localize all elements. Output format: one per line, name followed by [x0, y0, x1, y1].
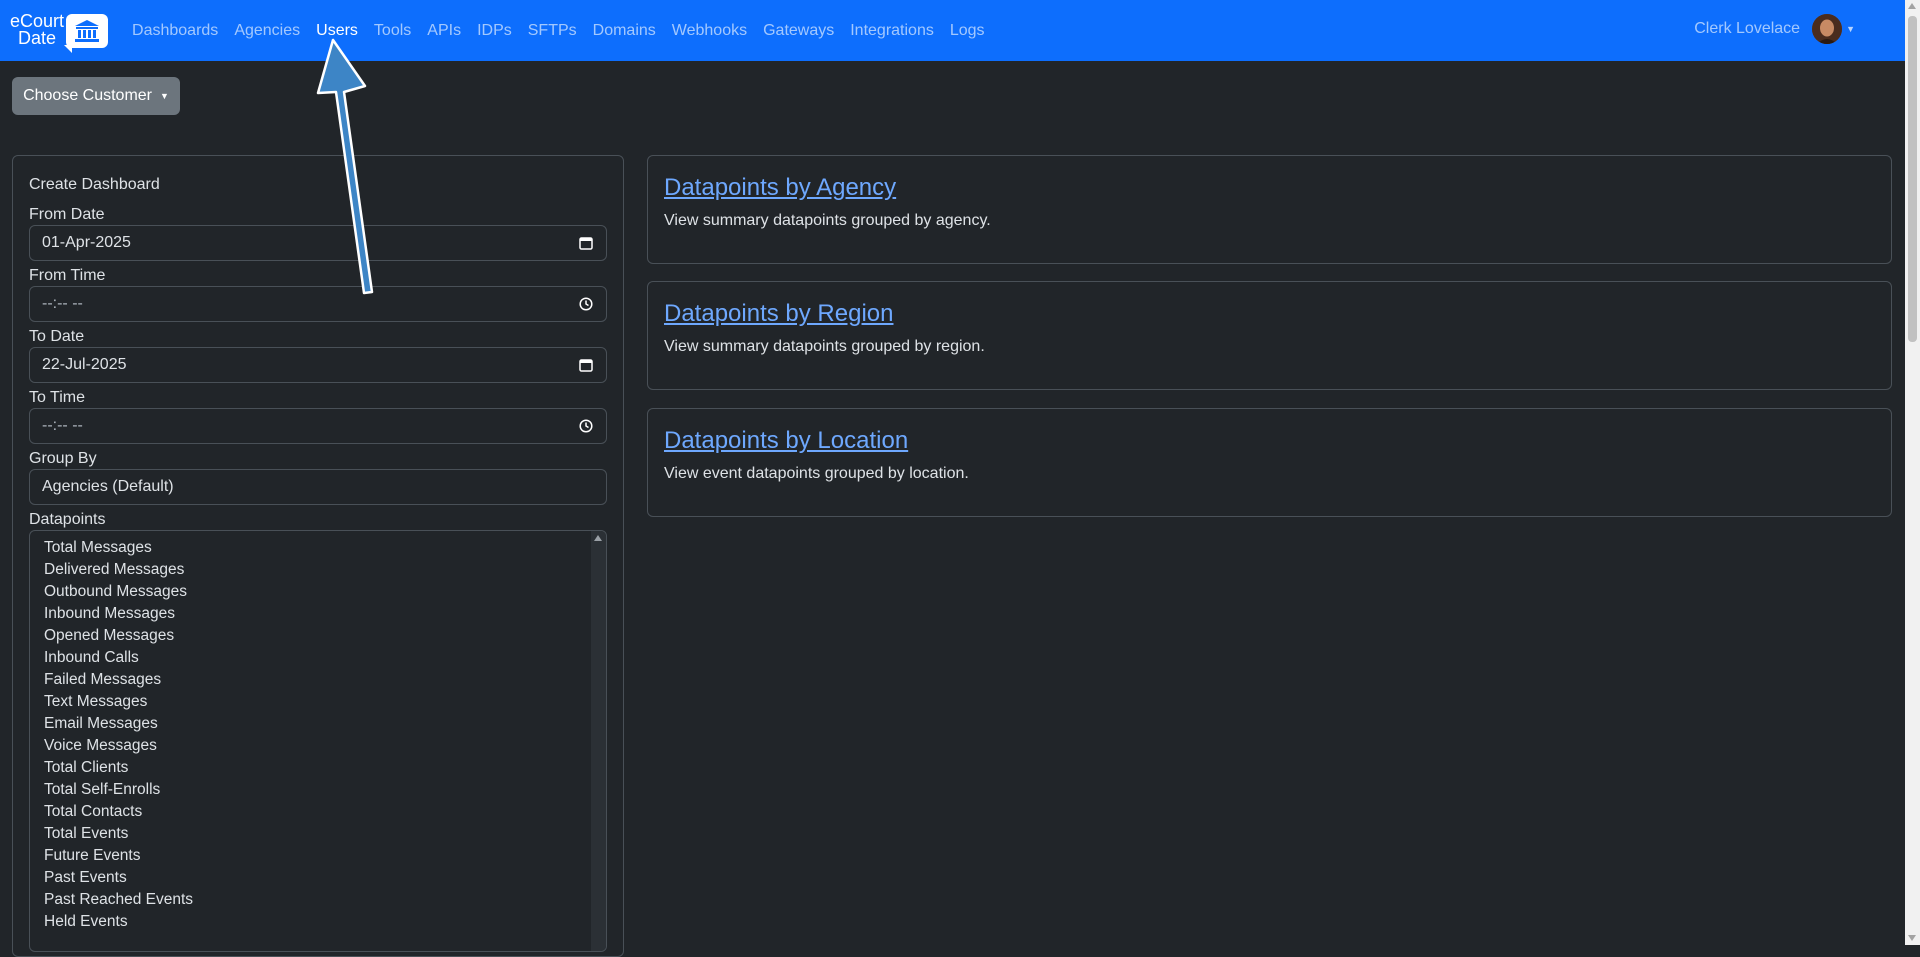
from-time-placeholder: --:-- --	[42, 295, 83, 312]
list-item[interactable]: Total Events	[44, 823, 193, 845]
datapoints-label: Datapoints	[29, 511, 106, 528]
list-item[interactable]: Total Messages	[44, 537, 193, 559]
main-nav: Dashboards Agencies Users Tools APIs IDPs SFTP…	[132, 22, 1001, 40]
from-time-input[interactable]: --:-- --	[29, 286, 607, 322]
nav-domains[interactable]: Domains	[593, 22, 656, 40]
caret-down-icon: ▼	[160, 91, 169, 101]
group-by-select[interactable]: Agencies (Default)	[29, 469, 607, 505]
list-item[interactable]: Delivered Messages	[44, 559, 193, 581]
brand-logo[interactable]: eCourt Date	[10, 10, 109, 53]
card-location: Datapoints by Location View event datapo…	[647, 408, 1892, 517]
choose-customer-button[interactable]: Choose Customer ▼	[12, 77, 180, 115]
to-time-label: To Time	[29, 389, 86, 406]
calendar-icon[interactable]	[578, 235, 594, 251]
avatar[interactable]	[1812, 14, 1843, 44]
chevron-down-icon: ▼	[1846, 24, 1855, 34]
to-date-value: 22-Jul-2025	[42, 356, 127, 373]
group-by-label: Group By	[29, 450, 97, 467]
group-by-value: Agencies (Default)	[42, 478, 174, 495]
page-scrollbar[interactable]	[1905, 0, 1920, 945]
datapoints-by-region-link[interactable]: Datapoints by Region	[664, 300, 893, 328]
nav-sftps[interactable]: SFTPs	[528, 22, 577, 40]
scroll-down-icon[interactable]	[1908, 935, 1916, 941]
brand-text: eCourt Date	[10, 10, 65, 48]
list-item[interactable]: Total Contacts	[44, 801, 193, 823]
card-region: Datapoints by Region View summary datapo…	[647, 281, 1892, 390]
top-navbar: eCourt Date Dashboards Agencies Users Tools…	[0, 0, 1905, 61]
from-date-value: 01-Apr-2025	[42, 234, 131, 251]
nav-dashboards[interactable]: Dashboards	[132, 22, 218, 40]
nav-logs[interactable]: Logs	[950, 22, 985, 40]
nav-agencies[interactable]: Agencies	[234, 22, 300, 40]
user-name: Clerk Lovelace	[1694, 20, 1801, 37]
list-item[interactable]: Held Events	[44, 911, 193, 933]
card-description: View event datapoints grouped by locatio…	[664, 465, 969, 482]
list-item[interactable]: Opened Messages	[44, 625, 193, 647]
to-date-label: To Date	[29, 328, 85, 345]
to-time-placeholder: --:-- --	[42, 417, 83, 434]
choose-customer-label: Choose Customer	[23, 87, 153, 104]
nav-users[interactable]: Users	[316, 22, 358, 40]
list-item[interactable]: Failed Messages	[44, 669, 193, 691]
card-description: View summary datapoints grouped by regio…	[664, 338, 985, 355]
datapoints-by-location-link[interactable]: Datapoints by Location	[664, 427, 908, 455]
to-date-input[interactable]: 22-Jul-2025	[29, 347, 607, 383]
list-item[interactable]: Total Clients	[44, 757, 193, 779]
list-item[interactable]: Total Self-Enrolls	[44, 779, 193, 801]
clock-icon[interactable]	[578, 418, 594, 434]
card-description: View summary datapoints grouped by agenc…	[664, 212, 991, 229]
scroll-up-icon[interactable]	[594, 535, 602, 541]
card-agency: Datapoints by Agency View summary datapo…	[647, 155, 1892, 264]
list-item[interactable]: Past Events	[44, 867, 193, 889]
nav-idps[interactable]: IDPs	[477, 22, 512, 40]
list-item[interactable]: Text Messages	[44, 691, 193, 713]
list-item[interactable]: Past Reached Events	[44, 889, 193, 911]
brand-line-2: Date	[18, 27, 57, 48]
nav-tools[interactable]: Tools	[374, 22, 411, 40]
panel-title: Create Dashboard	[29, 176, 160, 193]
list-item[interactable]: Email Messages	[44, 713, 193, 735]
nav-integrations[interactable]: Integrations	[850, 22, 934, 40]
user-menu[interactable]: Clerk Lovelace ▼	[1694, 14, 1855, 44]
nav-gateways[interactable]: Gateways	[763, 22, 834, 40]
from-time-label: From Time	[29, 267, 106, 284]
nav-webhooks[interactable]: Webhooks	[672, 22, 747, 40]
list-item[interactable]: Inbound Messages	[44, 603, 193, 625]
courthouse-icon	[64, 13, 109, 53]
clock-icon[interactable]	[578, 296, 594, 312]
to-time-input[interactable]: --:-- --	[29, 408, 607, 444]
nav-apis[interactable]: APIs	[427, 22, 461, 40]
brand-line-1: eCourt	[10, 10, 65, 31]
from-date-label: From Date	[29, 206, 105, 223]
list-item[interactable]: Inbound Calls	[44, 647, 193, 669]
list-item[interactable]: Outbound Messages	[44, 581, 193, 603]
listbox-scrollbar[interactable]	[591, 531, 606, 951]
scroll-up-icon[interactable]	[1908, 3, 1916, 9]
datapoints-listbox[interactable]: Total Messages Delivered Messages Outbound…	[29, 530, 607, 952]
datapoints-by-agency-link[interactable]: Datapoints by Agency	[664, 174, 896, 202]
calendar-icon[interactable]	[578, 357, 594, 373]
create-dashboard-panel: Create Dashboard From Date 01-Apr-2025 F…	[12, 155, 624, 957]
from-date-input[interactable]: 01-Apr-2025	[29, 225, 607, 261]
scroll-thumb[interactable]	[1908, 16, 1917, 342]
list-item[interactable]: Voice Messages	[44, 735, 193, 757]
list-item[interactable]: Future Events	[44, 845, 193, 867]
